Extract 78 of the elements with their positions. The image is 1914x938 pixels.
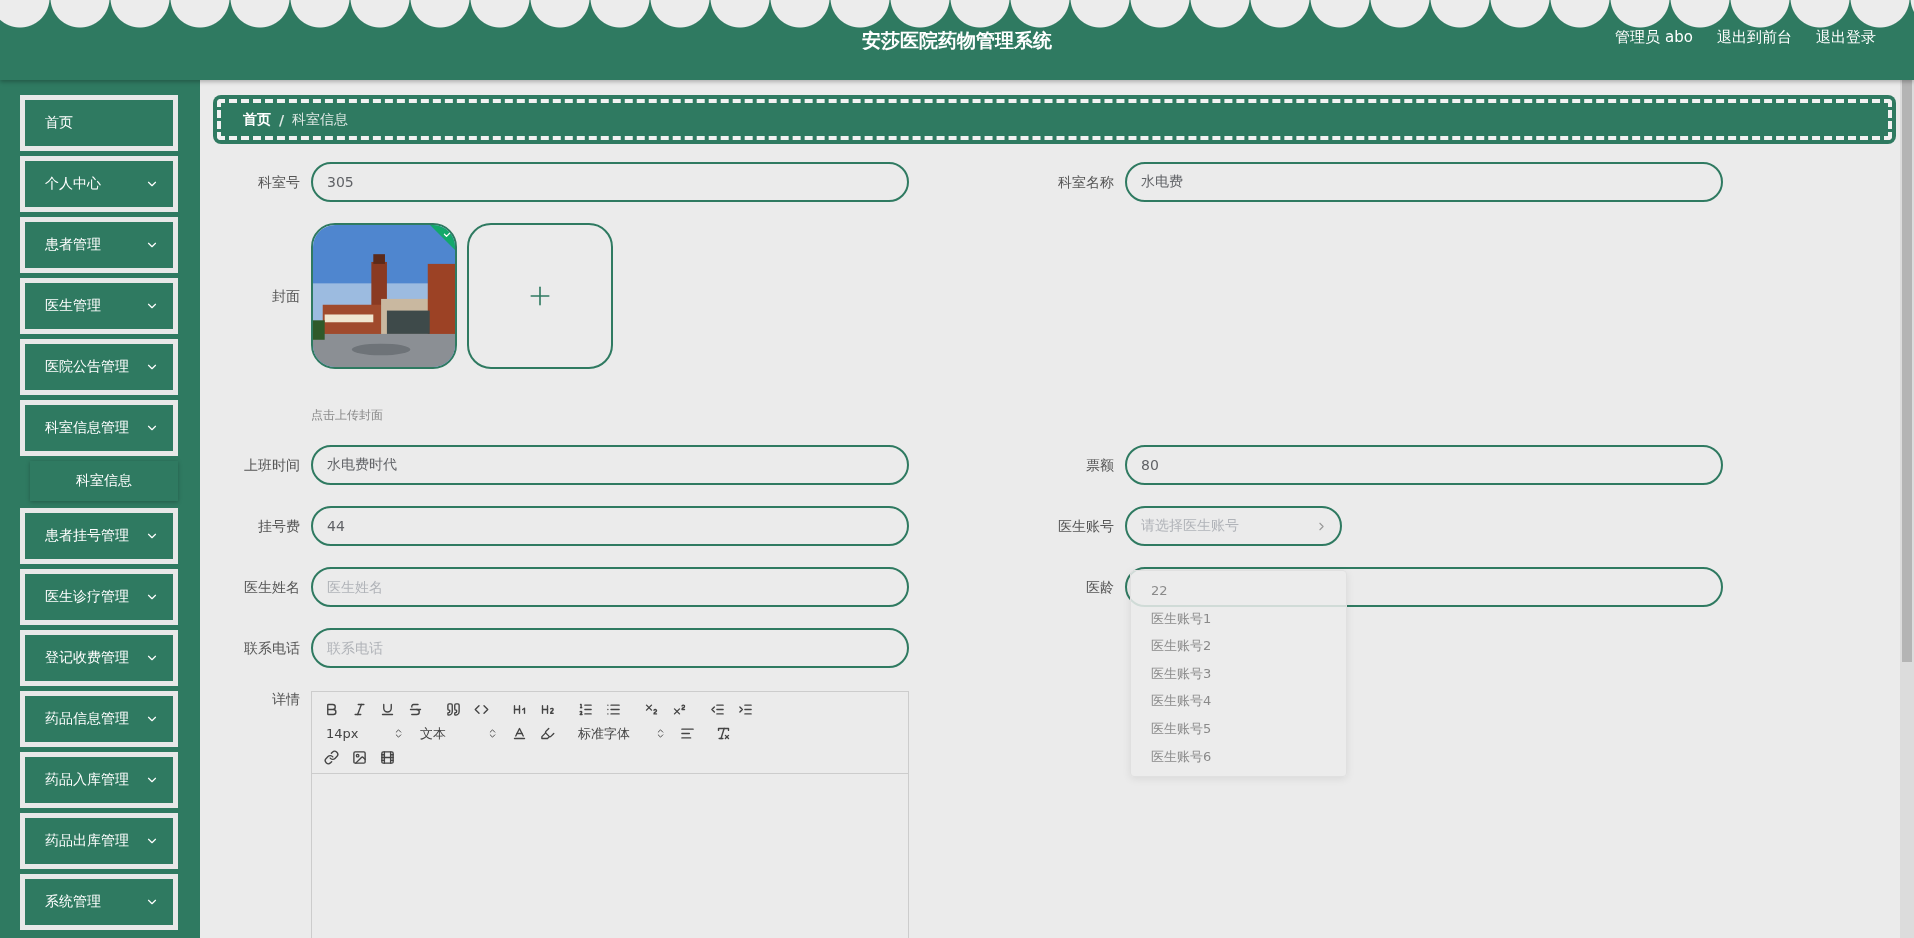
input-field[interactable]: 305 xyxy=(311,162,909,202)
input-field[interactable]: 水电费 xyxy=(1125,162,1723,202)
field-label: 票额 xyxy=(1085,456,1114,475)
dropdown-option[interactable]: 医生账号6 xyxy=(1131,742,1346,771)
clear-format-icon[interactable] xyxy=(716,726,731,741)
underline-icon[interactable] xyxy=(380,702,395,717)
superscript-icon[interactable] xyxy=(672,702,687,717)
breadcrumb-link[interactable]: 科室信息 xyxy=(292,110,349,129)
heading-one-icon[interactable] xyxy=(512,702,527,717)
field-label: 科室名称 xyxy=(1057,173,1114,192)
upload-button[interactable] xyxy=(467,223,613,369)
sidebar-item[interactable]: 医院公告管理 xyxy=(20,339,178,395)
field-label: 联系电话 xyxy=(243,639,300,658)
input-field[interactable]: 水电费时代 xyxy=(311,445,909,485)
sidebar-item[interactable]: 医生管理 xyxy=(20,278,178,334)
field-label: 科室号 xyxy=(257,173,300,192)
sidebar-item[interactable]: 个人中心 xyxy=(20,156,178,212)
image-icon[interactable] xyxy=(352,750,367,765)
heading-two-icon[interactable] xyxy=(540,702,555,717)
rich-text-editor[interactable]: 14px 文本 标准字体 xyxy=(311,691,909,938)
updown-icon xyxy=(393,728,404,739)
code-icon[interactable] xyxy=(474,702,489,717)
dropdown-option[interactable]: 医生账号2 xyxy=(1131,632,1346,660)
field-label: 封面 xyxy=(271,287,300,306)
input-field[interactable]: 80 xyxy=(1125,445,1723,485)
italic-icon[interactable] xyxy=(352,702,367,717)
indent-icon[interactable] xyxy=(738,702,753,717)
header-link[interactable]: 管理员 abo xyxy=(1615,28,1693,47)
sidebar-item[interactable]: 登记收费管理 xyxy=(20,630,178,686)
align-icon[interactable] xyxy=(680,726,695,741)
updown-icon xyxy=(655,728,666,739)
dropdown-option[interactable]: 医生账号3 xyxy=(1131,659,1346,688)
header-link[interactable]: 退出到前台 xyxy=(1717,28,1792,47)
font-family-select[interactable]: 标准字体 xyxy=(576,724,666,743)
dropdown-option[interactable]: 医生账号5 xyxy=(1131,714,1346,743)
field-label: 详情 xyxy=(271,690,300,709)
outdent-icon[interactable] xyxy=(710,702,725,717)
font-size-select[interactable]: 14px xyxy=(324,726,404,741)
field-label: 医生账号 xyxy=(1057,517,1114,536)
sidebar-subitem[interactable]: 科室信息 xyxy=(30,461,178,501)
sidebar-item[interactable]: 药品信息管理 xyxy=(20,691,178,747)
dropdown-option[interactable]: 医生账号4 xyxy=(1131,687,1346,715)
updown-icon xyxy=(487,728,498,739)
sidebar-item[interactable]: 医生诊疗管理 xyxy=(20,569,178,625)
font-color-icon[interactable] xyxy=(512,726,527,741)
scrollbar-thumb[interactable] xyxy=(1902,80,1912,662)
field-label: 医生姓名 xyxy=(243,578,300,597)
field-label: 上班时间 xyxy=(243,456,300,475)
sidebar-item[interactable]: 患者挂号管理 xyxy=(20,508,178,564)
sidebar-item[interactable]: 药品出库管理 xyxy=(20,813,178,869)
sidebar-item[interactable]: 系统管理 xyxy=(20,874,178,930)
input-field[interactable]: 医生姓名 xyxy=(311,567,909,607)
subscript-icon[interactable] xyxy=(644,702,659,717)
sidebar-item[interactable]: 首页 xyxy=(20,95,178,151)
upload-hint: 点击上传封面 xyxy=(311,407,384,424)
quote-icon[interactable] xyxy=(446,702,461,717)
breadcrumb-link[interactable]: 首页 xyxy=(243,110,271,129)
input-field[interactable]: 联系电话 xyxy=(311,628,909,668)
bullet-list-icon[interactable] xyxy=(606,702,621,717)
sidebar-item[interactable]: 药品入库管理 xyxy=(20,752,178,808)
breadcrumb-separator: / xyxy=(279,111,285,128)
bold-icon[interactable] xyxy=(324,702,339,717)
field-label: 挂号费 xyxy=(257,517,300,536)
heading-select[interactable]: 文本 xyxy=(418,724,498,743)
dropdown-option[interactable]: 22 xyxy=(1131,577,1346,605)
video-icon[interactable] xyxy=(380,750,395,765)
strikethrough-icon[interactable] xyxy=(408,702,423,717)
input-field[interactable]: 44 xyxy=(311,506,909,546)
ordered-list-icon[interactable] xyxy=(578,702,593,717)
sidebar-item[interactable]: 科室信息管理 xyxy=(20,400,178,456)
header-link[interactable]: 退出登录 xyxy=(1816,28,1876,47)
scrollbar[interactable] xyxy=(1900,80,1914,938)
app-title: 安莎医院药物管理系统 xyxy=(862,28,1052,53)
sidebar-item[interactable]: 患者管理 xyxy=(20,217,178,273)
link-icon[interactable] xyxy=(324,750,339,765)
background-color-icon[interactable] xyxy=(540,726,555,741)
dropdown-option[interactable]: 医生账号1 xyxy=(1131,604,1346,633)
field-label: 医龄 xyxy=(1085,578,1114,597)
